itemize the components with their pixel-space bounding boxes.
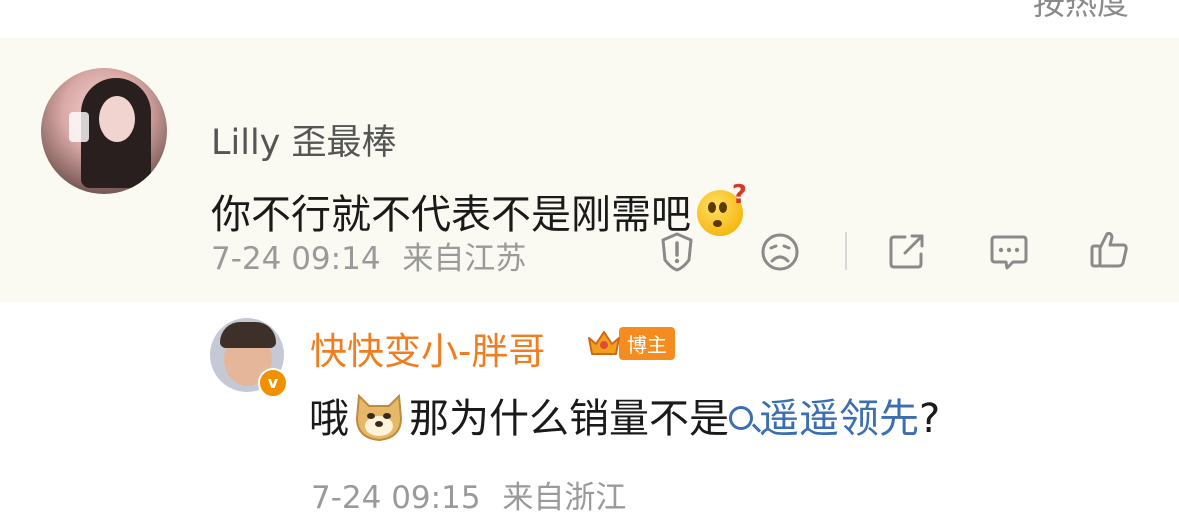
- comment-text-body: 你不行就不代表不是刚需吧: [211, 192, 691, 238]
- comment-location: 来自江苏: [402, 241, 527, 277]
- share-icon[interactable]: [885, 230, 929, 274]
- reply-location: 来自浙江: [502, 480, 627, 516]
- replier-name[interactable]: 快快变小-胖哥: [310, 321, 545, 375]
- crown-icon: [588, 331, 620, 355]
- reply-text-start: 哦: [309, 396, 349, 442]
- dislike-icon[interactable]: [758, 230, 802, 274]
- top-bar: 按热度: [0, 0, 1179, 38]
- reply-text-middle: 那为什么销量不是: [409, 396, 729, 442]
- blogger-badge: 博主: [585, 325, 675, 361]
- report-icon[interactable]: [655, 230, 699, 274]
- comment-time: 7-24 09:14: [211, 241, 381, 277]
- reply-time: 7-24 09:15: [311, 480, 481, 516]
- verified-badge-icon: v: [258, 368, 288, 398]
- blogger-badge-label: 博主: [619, 326, 675, 360]
- search-icon: [729, 406, 753, 430]
- doge-emoji-icon: [355, 393, 403, 442]
- topic-link[interactable]: 遥遥领先: [729, 396, 919, 442]
- commenter-avatar[interactable]: [41, 68, 167, 194]
- action-divider: [845, 232, 847, 270]
- reply-meta: 7-24 09:15 来自浙江: [311, 472, 626, 517]
- topic-link-text[interactable]: 遥遥领先: [759, 396, 919, 442]
- like-icon[interactable]: [1088, 228, 1132, 272]
- sort-label[interactable]: 按热度: [1033, 0, 1129, 24]
- reply-text: 哦 那为什么销量不是 遥遥领先?: [309, 386, 940, 448]
- comment-meta: 7-24 09:14 来自江苏: [211, 233, 526, 278]
- reply-text-end: ?: [919, 396, 941, 442]
- bottom-fade: [880, 440, 1179, 486]
- comment-icon[interactable]: [987, 230, 1031, 274]
- confused-emoji-icon: ?: [697, 180, 747, 236]
- commenter-name[interactable]: Lilly 歪最棒: [211, 114, 397, 165]
